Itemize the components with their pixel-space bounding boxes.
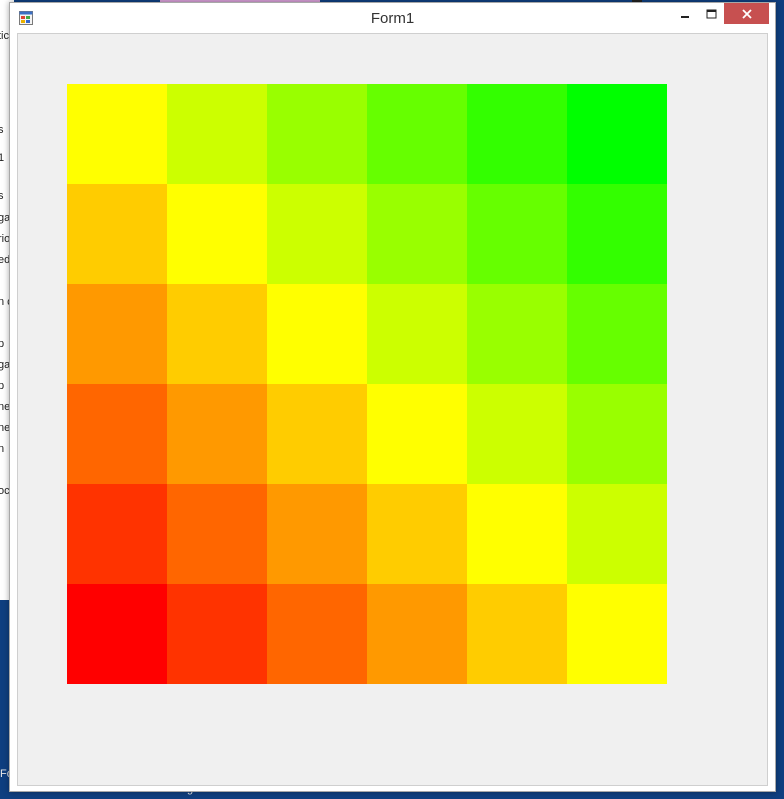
grid-cell — [167, 184, 267, 284]
grid-cell — [567, 384, 667, 484]
grid-cell — [67, 584, 167, 684]
close-button[interactable] — [724, 3, 769, 24]
background-text-fragment: tic — [0, 30, 9, 42]
background-text-fragment: n — [0, 443, 5, 455]
grid-cell — [467, 184, 567, 284]
grid-cell — [267, 484, 367, 584]
color-grid — [67, 84, 667, 684]
background-text-fragment: s — [0, 190, 4, 202]
grid-cell — [67, 184, 167, 284]
grid-cell — [167, 384, 267, 484]
grid-cell — [67, 384, 167, 484]
grid-cell — [167, 484, 267, 584]
grid-cell — [267, 284, 367, 384]
grid-cell — [567, 284, 667, 384]
grid-cell — [367, 584, 467, 684]
background-text-fragment: p — [0, 338, 5, 350]
grid-cell — [567, 484, 667, 584]
grid-cell — [267, 584, 367, 684]
maximize-button[interactable] — [698, 3, 725, 24]
background-text-fragment: p — [0, 380, 5, 392]
grid-cell — [467, 484, 567, 584]
grid-cell — [467, 384, 567, 484]
background-text-fragment: 1 — [0, 152, 5, 164]
grid-cell — [267, 84, 367, 184]
grid-cell — [267, 184, 367, 284]
grid-cell — [367, 84, 467, 184]
close-icon — [741, 8, 752, 19]
grid-cell — [467, 584, 567, 684]
grid-cell — [467, 84, 567, 184]
grid-cell — [367, 284, 467, 384]
grid-cell — [567, 584, 667, 684]
grid-cell — [567, 184, 667, 284]
grid-cell — [367, 184, 467, 284]
form-window: Form1 — [9, 2, 776, 792]
maximize-icon — [706, 9, 717, 18]
form-client-area — [17, 33, 768, 786]
grid-cell — [67, 484, 167, 584]
grid-cell — [567, 84, 667, 184]
grid-cell — [167, 284, 267, 384]
background-text-fragment: s — [0, 124, 4, 136]
window-title: Form1 — [370, 10, 415, 27]
title-bar[interactable]: Form1 — [10, 3, 775, 33]
grid-cell — [267, 384, 367, 484]
grid-cell — [167, 84, 267, 184]
minimize-icon — [680, 15, 689, 18]
grid-cell — [367, 484, 467, 584]
minimize-button[interactable] — [671, 3, 698, 24]
grid-cell — [467, 284, 567, 384]
grid-cell — [67, 84, 167, 184]
grid-cell — [367, 384, 467, 484]
grid-cell — [67, 284, 167, 384]
grid-cell — [167, 584, 267, 684]
